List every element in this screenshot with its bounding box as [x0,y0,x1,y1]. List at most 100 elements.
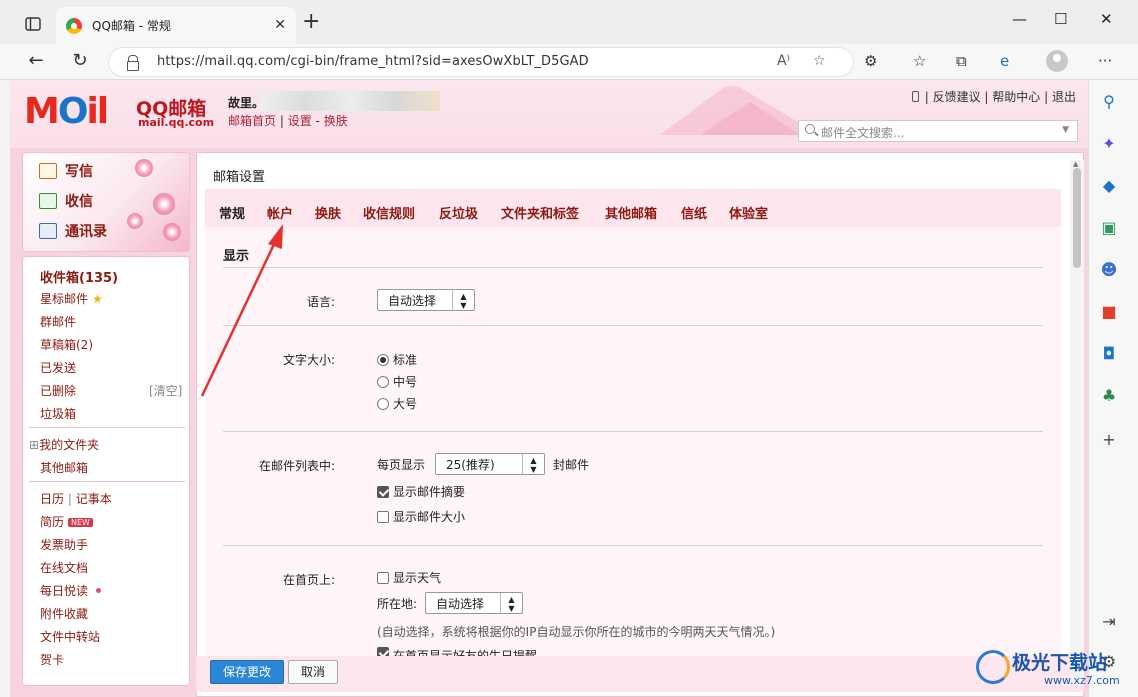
daily-read-link[interactable]: 每日悦读 [40,582,102,599]
language-label: 语言: [306,295,335,309]
shopping-tag-icon[interactable]: ◆ [1099,176,1119,196]
attachments-link[interactable]: 附件收藏 [40,605,88,622]
close-window-button[interactable]: ✕ [1100,10,1113,28]
folder-spam[interactable]: 垃圾箱 [40,405,76,422]
compose-button[interactable]: 写信 [39,161,93,181]
tab-folders-labels[interactable]: 文件夹和标签 [501,203,579,222]
invoice-link[interactable]: 发票助手 [40,536,88,553]
more-menu-icon[interactable]: ··· [1098,52,1112,70]
scrollbar[interactable]: ▲ [1070,160,1084,685]
resume-link[interactable]: 简历 NEW [40,513,93,530]
watermark: 极光下载站 www.xz7.com [972,644,1132,694]
font-medium-radio[interactable]: 中号 [377,373,417,390]
folder-sent[interactable]: 已发送 [40,359,76,376]
feedback-link[interactable]: 反馈建议 [933,90,981,104]
font-standard-label: 标准 [393,353,418,367]
office-icon[interactable]: ■ [1099,302,1119,322]
browser-tab[interactable]: QQ邮箱 - 常规 ✕ [56,7,296,44]
mail-logo[interactable]: MOil [24,92,109,132]
tab-lab[interactable]: 体验室 [729,203,768,222]
mail-home-link[interactable]: 邮箱首页 [228,114,276,128]
folder-drafts[interactable]: 草稿箱(2) [40,336,93,353]
show-size-label: 显示邮件大小 [393,510,466,524]
settings-link[interactable]: 设置 [288,114,312,128]
show-size-checkbox[interactable]: 显示邮件大小 [377,508,465,525]
notes-link[interactable]: 记事本 [76,492,112,506]
hide-sidebar-icon[interactable]: ⇥ [1099,612,1119,632]
folder-starred[interactable]: 星标邮件 ★ [40,290,103,307]
my-folders-toggle[interactable]: ⊞我的文件夹 [29,436,99,453]
tab-general[interactable]: 常规 [219,203,245,222]
add-sidebar-icon[interactable]: + [1099,430,1119,450]
favorites-icon[interactable]: ☆ [913,52,926,70]
copilot-icon[interactable]: ✦ [1099,134,1119,154]
folder-inbox[interactable]: 收件箱(135) [40,267,118,286]
settings-tabs: 常规 帐户 换肤 收信规则 反垃圾 文件夹和标签 其他邮箱 信纸 体验室 [205,189,1061,227]
tab-actions-icon[interactable] [20,12,46,36]
mail-search-input[interactable]: 邮件全文搜索... ▼ [798,120,1078,142]
edge-bar-icon[interactable]: e [1000,52,1009,70]
phone-icon[interactable] [911,91,919,102]
tab-account[interactable]: 帐户 [267,203,293,222]
search-icon[interactable]: ⚲ [1099,92,1119,112]
folder-deleted[interactable]: 已删除 [40,382,76,399]
font-standard-radio[interactable]: 标准 [377,351,417,368]
show-summary-checkbox[interactable]: 显示邮件摘要 [377,483,465,500]
folder-other-mailbox[interactable]: 其他邮箱 [40,459,88,476]
tab-rules[interactable]: 收信规则 [363,203,415,222]
per-page-select[interactable]: 25(推荐) ▲ ▼ [435,453,545,475]
add-favorite-icon[interactable]: ☆ [813,53,826,69]
receive-button[interactable]: 收信 [39,191,93,211]
extensions-icon[interactable]: ⚙ [864,52,877,70]
skin-link[interactable]: 换肤 [324,114,348,128]
divider [223,431,1043,432]
browser-window: QQ邮箱 - 常规 ✕ + — ☐ ✕ ← ↻ https://mail.qq.… [0,0,1138,697]
help-link[interactable]: 帮助中心 [992,90,1040,104]
docs-link[interactable]: 在线文档 [40,559,88,576]
location-select[interactable]: 自动选择 ▲ ▼ [425,592,523,614]
tab-stationery[interactable]: 信纸 [681,203,707,222]
games-icon[interactable]: ☻ [1099,260,1119,280]
folder-group[interactable]: 群邮件 [40,313,76,330]
tree-icon[interactable]: ♣ [1099,386,1119,406]
profile-avatar-icon[interactable] [1046,50,1068,72]
tab-antispam[interactable]: 反垃圾 [439,203,478,222]
font-large-label: 大号 [393,397,418,411]
outlook-icon[interactable]: ◘ [1099,344,1119,364]
close-tab-icon[interactable]: ✕ [274,17,286,33]
chevron-down-icon[interactable]: ▼ [1062,125,1069,135]
logout-link[interactable]: 退出 [1052,90,1076,104]
language-select[interactable]: 自动选择 ▲ ▼ [377,289,475,311]
action-bar: 保存更改 取消 [196,656,1084,692]
address-bar[interactable]: https://mail.qq.com/cgi-bin/frame_html?s… [108,47,854,77]
blossom-icon [127,213,143,229]
browser-toolbar: ← ↻ https://mail.qq.com/cgi-bin/frame_ht… [0,44,1138,80]
calendar-link[interactable]: 日历 [40,492,64,506]
scroll-up-icon[interactable]: ▲ [1073,160,1078,168]
tools-icon[interactable]: ▣ [1099,218,1119,238]
my-folders-label: 我的文件夹 [39,438,100,452]
collections-icon[interactable]: ⧉ [956,52,967,70]
daily-read-label: 每日悦读 [40,584,89,598]
tab-skin[interactable]: 换肤 [315,203,341,222]
back-icon[interactable]: ← [24,50,48,71]
cancel-button[interactable]: 取消 [288,660,338,684]
minimize-button[interactable]: — [1012,10,1027,28]
contacts-button[interactable]: 通讯录 [39,221,107,241]
show-weather-checkbox[interactable]: 显示天气 [377,569,441,586]
font-large-radio[interactable]: 大号 [377,395,417,412]
per-page-prefix: 每页显示 [377,458,426,472]
maximize-button[interactable]: ☐ [1054,10,1067,28]
refresh-icon[interactable]: ↻ [68,50,92,71]
transfer-link[interactable]: 文件中转站 [40,628,100,645]
clear-trash-link[interactable]: [清空] [149,382,182,399]
contacts-card-icon [39,223,57,239]
cards-link[interactable]: 贺卡 [40,651,64,668]
scroll-thumb[interactable] [1073,168,1081,268]
font-size-label: 文字大小: [282,353,335,367]
section-display-title: 显示 [223,249,250,264]
tab-other-mailbox[interactable]: 其他邮箱 [605,203,657,222]
new-tab-icon[interactable]: + [302,10,320,34]
save-button[interactable]: 保存更改 [210,660,284,684]
read-aloud-icon[interactable]: A⁾ [777,53,790,69]
